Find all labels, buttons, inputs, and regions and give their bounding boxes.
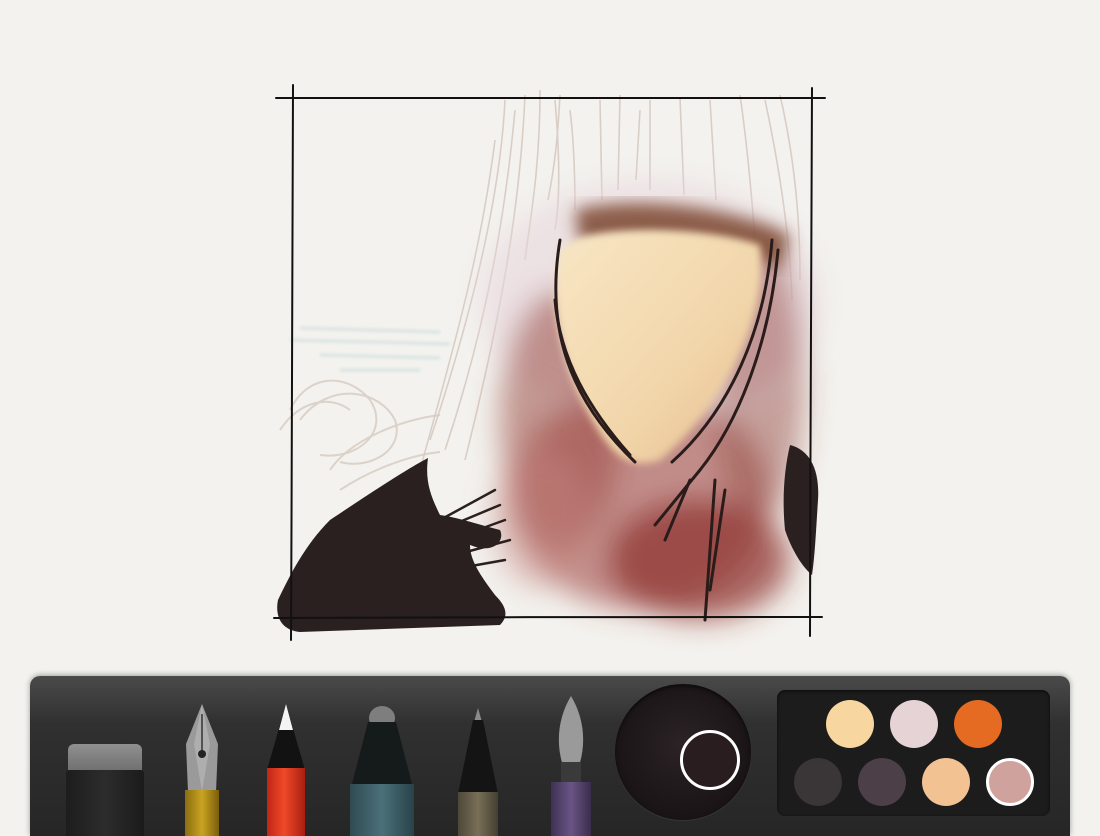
brush-icon	[558, 696, 584, 786]
swatch-2[interactable]	[890, 700, 938, 748]
drawing-canvas[interactable]	[0, 0, 1100, 670]
sketch-artwork	[273, 84, 826, 641]
fountain-pen-body	[185, 790, 219, 836]
swatch-3[interactable]	[954, 700, 1002, 748]
fountain-pen-tool[interactable]	[180, 704, 224, 836]
swatch-7[interactable]	[986, 758, 1034, 806]
fine-pen-body	[458, 792, 498, 836]
fine-pen-icon	[458, 708, 498, 794]
marker-tool[interactable]	[348, 704, 416, 836]
marker-body	[350, 784, 414, 836]
marker-icon	[352, 706, 412, 784]
tool-tray	[30, 676, 1070, 836]
color-palette	[777, 690, 1050, 816]
brush-tool[interactable]	[549, 696, 593, 836]
swatch-6[interactable]	[922, 758, 970, 806]
pencil-icon	[267, 704, 305, 770]
eraser-tool[interactable]	[66, 744, 146, 836]
swatch-5[interactable]	[858, 758, 906, 806]
pencil-tool[interactable]	[263, 704, 309, 836]
fine-pen-tool[interactable]	[457, 704, 499, 836]
swatch-4[interactable]	[794, 758, 842, 806]
eraser-body	[66, 770, 144, 836]
current-color-swatch[interactable]	[680, 730, 740, 790]
swatch-1[interactable]	[826, 700, 874, 748]
pencil-body	[267, 768, 305, 836]
brush-body	[551, 782, 591, 836]
